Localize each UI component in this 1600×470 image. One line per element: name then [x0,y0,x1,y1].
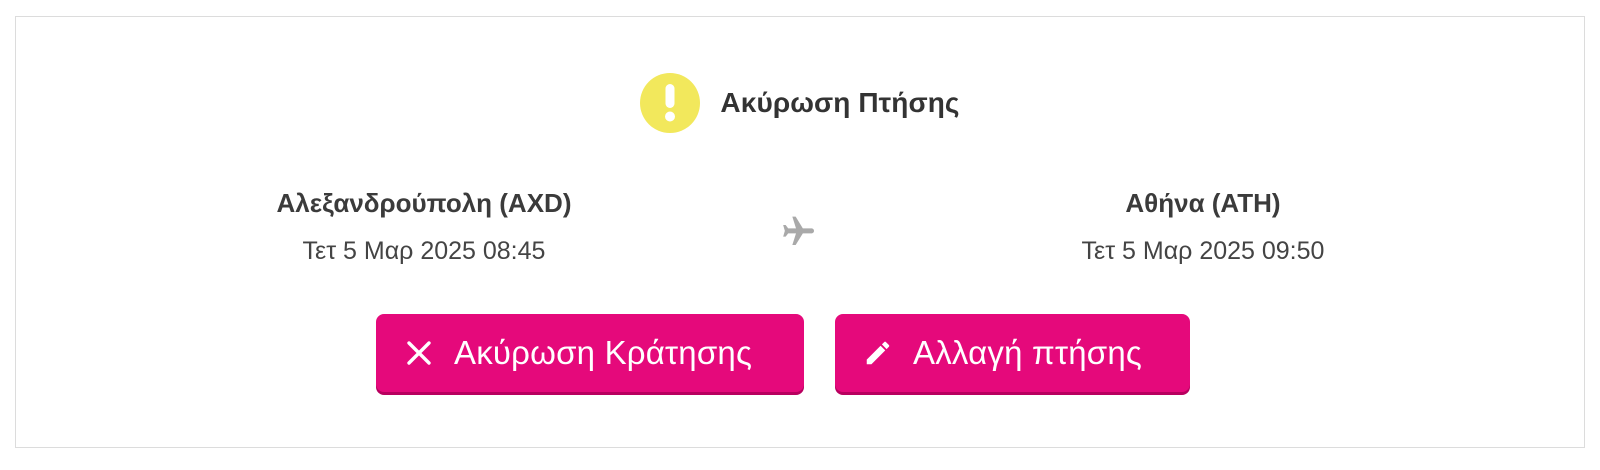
cancel-booking-button[interactable]: Ακύρωση Κράτησης [376,314,804,392]
origin-info: Αλεξανδρούπολη (AXD) Τετ 5 Μαρ 2025 08:4… [214,187,634,267]
pencil-icon [863,338,893,368]
destination-datetime: Τετ 5 Μαρ 2025 09:50 [1081,237,1325,265]
destination-city: Αθήνα (ATH) [1125,188,1281,218]
change-flight-button[interactable]: Αλλαγή πτήσης [835,314,1190,392]
change-flight-label: Αλλαγή πτήσης [913,334,1142,371]
notice-header: Ακύρωση Πτήσης [16,73,1584,133]
destination-info: Αθήνα (ATH) Τετ 5 Μαρ 2025 09:50 [993,187,1413,267]
origin-datetime: Τετ 5 Μαρ 2025 08:45 [302,237,546,265]
origin-city: Αλεξανδρούπολη (AXD) [276,188,572,218]
airplane-icon [779,210,819,250]
cancel-booking-label: Ακύρωση Κράτησης [454,334,753,371]
notice-title: Ακύρωση Πτήσης [720,87,960,118]
close-icon [404,338,434,368]
warning-icon [640,73,701,133]
flight-cancellation-card: Ακύρωση Πτήσης Αλεξανδρούπολη (AXD) Τετ … [15,16,1585,448]
